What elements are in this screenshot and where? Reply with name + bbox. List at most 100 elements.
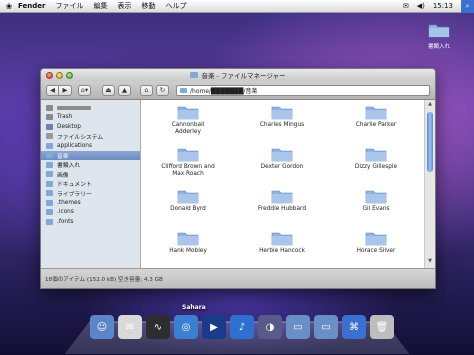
history-nav: ◀ ▶	[46, 84, 72, 96]
sidebar-item-label: 書類入れ	[57, 163, 81, 170]
sidebar-item[interactable]: 画像	[41, 170, 140, 180]
folder-item[interactable]: Clifford Brown and Max Roach	[141, 146, 235, 188]
path-field[interactable]: /home/███████/音楽	[176, 84, 430, 96]
sidebar: Trash Desktop ファイルシステム applications 音楽書類入れ 画像…	[41, 100, 141, 268]
desktop-folder[interactable]: 書類入れ	[424, 22, 454, 50]
menu-go[interactable]: 移動	[141, 1, 155, 11]
mail-status-icon[interactable]: ✉	[403, 2, 409, 10]
menu-help[interactable]: ヘルプ	[165, 1, 186, 11]
monitor-icon[interactable]: ∿	[146, 315, 170, 339]
folder-icon	[46, 161, 53, 168]
folder-name: Charlie Parker	[355, 122, 397, 128]
folder-item[interactable]: Herbie Hancock	[235, 230, 329, 272]
folder-icon	[180, 87, 187, 93]
folder-item[interactable]: Horace Silver	[329, 230, 423, 272]
sidebar-item-label: .themes	[57, 199, 81, 206]
window-title-text: 音楽 - ファイルマネージャー	[201, 72, 286, 80]
folder-icon[interactable]: ▭	[314, 315, 338, 339]
folder-item[interactable]: Dizzy Gillespie	[329, 146, 423, 188]
title-bar[interactable]: 音楽 - ファイルマネージャー	[41, 69, 435, 81]
reload-button[interactable]: ↻	[156, 84, 169, 96]
finder-icon[interactable]: ☺	[90, 315, 114, 339]
folder-icon	[46, 152, 53, 159]
trash-icon	[46, 114, 53, 121]
scroll-up-icon[interactable]: ▲	[425, 101, 435, 110]
folder-icon	[46, 180, 53, 187]
menu-view[interactable]: 表示	[117, 1, 131, 11]
browser-icon[interactable]: ◎	[174, 315, 198, 339]
sidebar-item[interactable]: Trash	[41, 113, 140, 123]
mail-icon[interactable]: ✉	[118, 315, 142, 339]
folder-grid: Cannonball Adderley Charles Mingus Charlie…	[141, 100, 423, 268]
sidebar-item-label: .fonts	[57, 218, 74, 225]
folder-name: Clifford Brown and Max Roach	[161, 164, 215, 177]
sidebar-item[interactable]: applications	[41, 141, 140, 151]
redacted-label	[57, 105, 91, 110]
folder-name: Dizzy Gillespie	[354, 164, 398, 170]
file-view[interactable]: Cannonball Adderley Charles Mingus Charlie…	[141, 100, 435, 268]
back-button[interactable]: ◀	[46, 84, 59, 96]
scroll-thumb[interactable]	[427, 112, 433, 172]
folder-name: Donald Byrd	[170, 206, 206, 212]
scroll-down-icon[interactable]: ▼	[425, 258, 435, 267]
sidebar-item[interactable]: 書類入れ	[41, 160, 140, 170]
menu-edit[interactable]: 編集	[93, 1, 107, 11]
folder-icon	[177, 232, 199, 246]
sidebar-item[interactable]: ライブラリー	[41, 189, 140, 199]
paw-icon[interactable]: ❀	[0, 2, 18, 11]
window-title: 音楽 - ファイルマネージャー	[41, 70, 435, 80]
sidebar-item-label: 音楽	[57, 153, 69, 160]
folder-item[interactable]: Charles Mingus	[235, 104, 329, 146]
folder-icon	[271, 106, 293, 120]
folder-item[interactable]: Gil Evans	[329, 188, 423, 230]
sidebar-item[interactable]: .themes	[41, 198, 140, 208]
sidebar-item[interactable]: ドキュメント	[41, 179, 140, 189]
sidebar-item-label: Desktop	[57, 123, 81, 130]
trash-icon[interactable]: 🗑	[370, 315, 394, 339]
search-icon[interactable]: ⌕	[461, 0, 474, 13]
folder-name: Gil Evans	[362, 206, 390, 212]
folder-item[interactable]: Freddie Hubbard	[235, 188, 329, 230]
status-area: ✉ ◀) 15:13 ⌕	[395, 0, 474, 13]
parent-folder-button[interactable]: ▲	[118, 84, 131, 96]
folder-icon	[46, 171, 53, 178]
location-menu-button[interactable]: ⌂▾	[78, 84, 91, 96]
widget-icon[interactable]: ◑	[258, 315, 282, 339]
sidebar-item[interactable]: ファイルシステム	[41, 132, 140, 142]
folder-item[interactable]: Cannonball Adderley	[141, 104, 235, 146]
folder-icon	[365, 148, 387, 162]
folder-icon	[46, 218, 53, 225]
sidebar-item[interactable]	[41, 103, 140, 113]
clock[interactable]: 15:13	[433, 2, 453, 10]
folder-icon	[46, 142, 53, 149]
forward-button[interactable]: ▶	[59, 84, 72, 96]
folder-item[interactable]: Charlie Parker	[329, 104, 423, 146]
eject-button[interactable]: ⏏	[102, 84, 115, 96]
sidebar-item[interactable]: Desktop	[41, 122, 140, 132]
folder-name: Freddie Hubbard	[257, 206, 307, 212]
movie-icon[interactable]: ▶	[202, 315, 226, 339]
folder-icon[interactable]: ▭	[286, 315, 310, 339]
volume-icon[interactable]: ◀)	[417, 2, 425, 10]
folder-name: Horace Silver	[356, 248, 396, 254]
sidebar-item[interactable]: .icons	[41, 208, 140, 218]
sidebar-item-label: ファイルシステム	[57, 134, 104, 141]
folder-item[interactable]: Hank Mobley	[141, 230, 235, 272]
sidebar-item-label: ドキュメント	[57, 182, 92, 189]
sidebar-item[interactable]: 音楽	[41, 150, 140, 160]
vertical-scrollbar[interactable]: ▲ ▼	[424, 100, 435, 268]
folder-item[interactable]: Dexter Gordon	[235, 146, 329, 188]
toolbar: ◀ ▶ ⌂▾ ⏏ ▲ ⌂ ↻ /home/███████/音楽	[41, 81, 435, 100]
app-name[interactable]: Fender	[18, 2, 45, 10]
folder-item[interactable]: Donald Byrd	[141, 188, 235, 230]
home-button[interactable]: ⌂	[140, 84, 153, 96]
sidebar-item[interactable]: .fonts	[41, 217, 140, 227]
drive-icon	[46, 133, 53, 140]
sidebar-item-label: applications	[57, 142, 92, 149]
folder-icon	[365, 232, 387, 246]
music-icon[interactable]: ♪	[230, 315, 254, 339]
network-icon[interactable]: ⌘	[342, 315, 366, 339]
menu-file[interactable]: ファイル	[55, 1, 83, 11]
folder-icon	[271, 232, 293, 246]
folder-name: Cannonball Adderley	[171, 122, 205, 135]
